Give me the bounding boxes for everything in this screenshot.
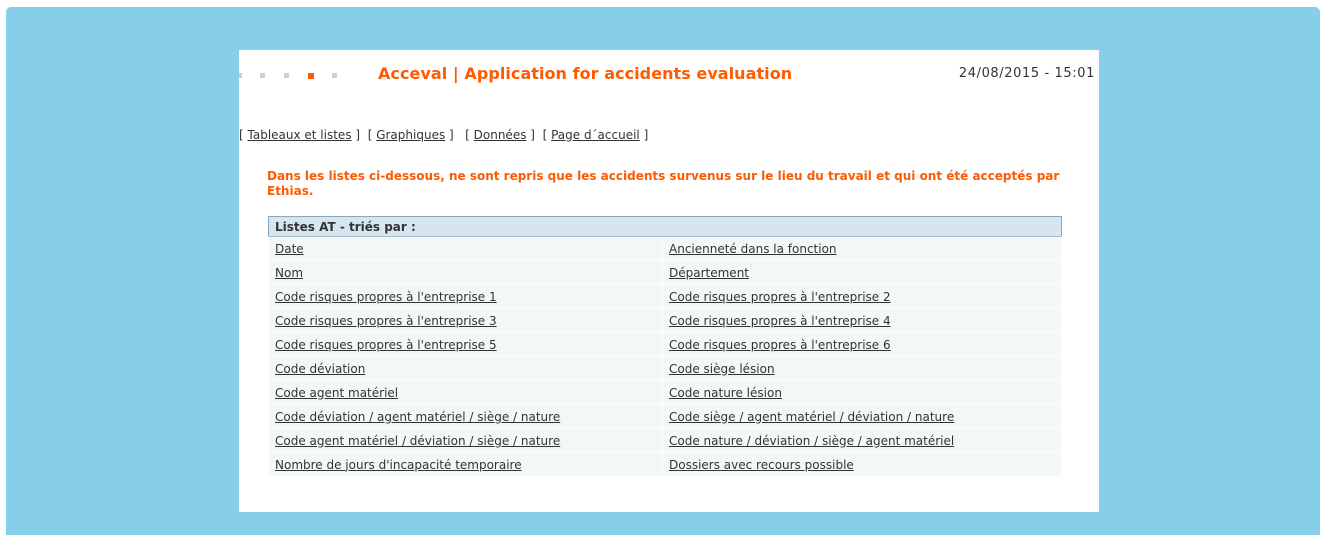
dot-icon <box>239 73 242 78</box>
list-link[interactable]: Département <box>669 266 749 280</box>
table-cell: Code risques propres à l'entreprise 4 <box>662 308 1062 333</box>
table-row: Code agent matériel Code nature lésion <box>268 380 1062 405</box>
datetime: 24/08/2015 - 15:01 <box>958 66 1095 81</box>
table-cell: Code agent matériel <box>268 380 663 405</box>
list-link[interactable]: Code agent matériel / déviation / siège … <box>275 434 560 448</box>
table-cell: Code agent matériel / déviation / siège … <box>268 428 663 453</box>
table-cell: Nom <box>268 260 663 285</box>
table-cell: Nombre de jours d'incapacité temporaire <box>268 452 663 477</box>
bracket: ] [ <box>526 128 552 142</box>
list-link[interactable]: Code risques propres à l'entreprise 4 <box>669 314 891 328</box>
list-link[interactable]: Code nature / déviation / siège / agent … <box>669 434 954 448</box>
table-cell: Code siège lésion <box>662 356 1062 381</box>
table-cell: Code nature lésion <box>662 380 1062 405</box>
table-cell: Code risques propres à l'entreprise 3 <box>268 308 663 333</box>
bracket: [ <box>239 128 248 142</box>
table-row: Code agent matériel / déviation / siège … <box>268 428 1062 453</box>
table-row: Code risques propres à l'entreprise 3 Cod… <box>268 308 1062 333</box>
list-link[interactable]: Code risques propres à l'entreprise 6 <box>669 338 891 352</box>
notice-text: Dans les listes ci-dessous, ne sont repr… <box>267 169 1060 198</box>
background-frame: Acceval | Application for accidents eval… <box>6 7 1320 535</box>
table-cell: Code risques propres à l'entreprise 6 <box>662 332 1062 357</box>
nav-link-donnees[interactable]: Données <box>474 128 527 142</box>
table-cell: Ancienneté dans la fonction <box>662 236 1062 261</box>
list-link[interactable]: Ancienneté dans la fonction <box>669 242 837 256</box>
table-cell: Date <box>268 236 663 261</box>
list-link[interactable]: Code déviation / agent matériel / siège … <box>275 410 560 424</box>
table-cell: Code risques propres à l'entreprise 2 <box>662 284 1062 309</box>
table-row: Code risques propres à l'entreprise 1 Cod… <box>268 284 1062 309</box>
list-link[interactable]: Code risques propres à l'entreprise 3 <box>275 314 497 328</box>
list-link[interactable]: Code siège / agent matériel / déviation … <box>669 410 954 424</box>
bracket: ] <box>639 128 649 142</box>
table-cell: Dossiers avec recours possible <box>662 452 1062 477</box>
lists-table: Listes AT - triés par : Date Ancienneté d… <box>268 216 1062 477</box>
list-link[interactable]: Nombre de jours d'incapacité temporaire <box>275 458 522 472</box>
list-link[interactable]: Code agent matériel <box>275 386 398 400</box>
table-cell: Code risques propres à l'entreprise 5 <box>268 332 663 357</box>
table-row: Code risques propres à l'entreprise 5 Cod… <box>268 332 1062 357</box>
dot-icon <box>284 73 289 78</box>
dot-icon <box>260 73 265 78</box>
table-cell: Code siège / agent matériel / déviation … <box>662 404 1062 429</box>
list-link[interactable]: Code siège lésion <box>669 362 775 376</box>
dot-icon <box>332 73 337 78</box>
active-dot-icon <box>308 72 314 79</box>
page-header: Acceval | Application for accidents eval… <box>239 64 1099 90</box>
content-panel: Acceval | Application for accidents eval… <box>239 50 1099 512</box>
table-cell: Code déviation <box>268 356 663 381</box>
list-link[interactable]: Code déviation <box>275 362 365 376</box>
list-link[interactable]: Nom <box>275 266 303 280</box>
table-cell: Code nature / déviation / siège / agent … <box>662 428 1062 453</box>
table-row: Date Ancienneté dans la fonction <box>268 236 1062 261</box>
table-row: Code déviation Code siège lésion <box>268 356 1062 381</box>
list-link[interactable]: Code nature lésion <box>669 386 782 400</box>
list-link[interactable]: Code risques propres à l'entreprise 5 <box>275 338 497 352</box>
list-link[interactable]: Code risques propres à l'entreprise 2 <box>669 290 891 304</box>
bracket: ] [ <box>351 128 377 142</box>
nav-link-accueil[interactable]: Page d´accueil <box>551 128 640 142</box>
list-link[interactable]: Date <box>275 242 304 256</box>
nav-link-graphiques[interactable]: Graphiques <box>376 128 445 142</box>
nav-link-tableaux[interactable]: Tableaux et listes <box>248 128 352 142</box>
list-link[interactable]: Code risques propres à l'entreprise 1 <box>275 290 497 304</box>
nav-links: [ Tableaux et listes ] [ Graphiques ] [ … <box>239 128 648 142</box>
table-row: Nom Département <box>268 260 1062 285</box>
table-cell: Code risques propres à l'entreprise 1 <box>268 284 663 309</box>
list-link[interactable]: Dossiers avec recours possible <box>669 458 854 472</box>
table-row: Nombre de jours d'incapacité temporaire D… <box>268 452 1062 477</box>
table-row: Code déviation / agent matériel / siège … <box>268 404 1062 429</box>
app-title: Acceval | Application for accidents eval… <box>378 64 793 83</box>
table-header-row: Listes AT - triés par : <box>268 216 1062 237</box>
table-body: Date Ancienneté dans la fonction Nom Départ… <box>268 236 1062 477</box>
table-cell: Code déviation / agent matériel / siège … <box>268 404 663 429</box>
table-cell: Département <box>662 260 1062 285</box>
table-header: Listes AT - triés par : <box>268 216 1062 237</box>
bracket: ] [ <box>445 128 474 142</box>
